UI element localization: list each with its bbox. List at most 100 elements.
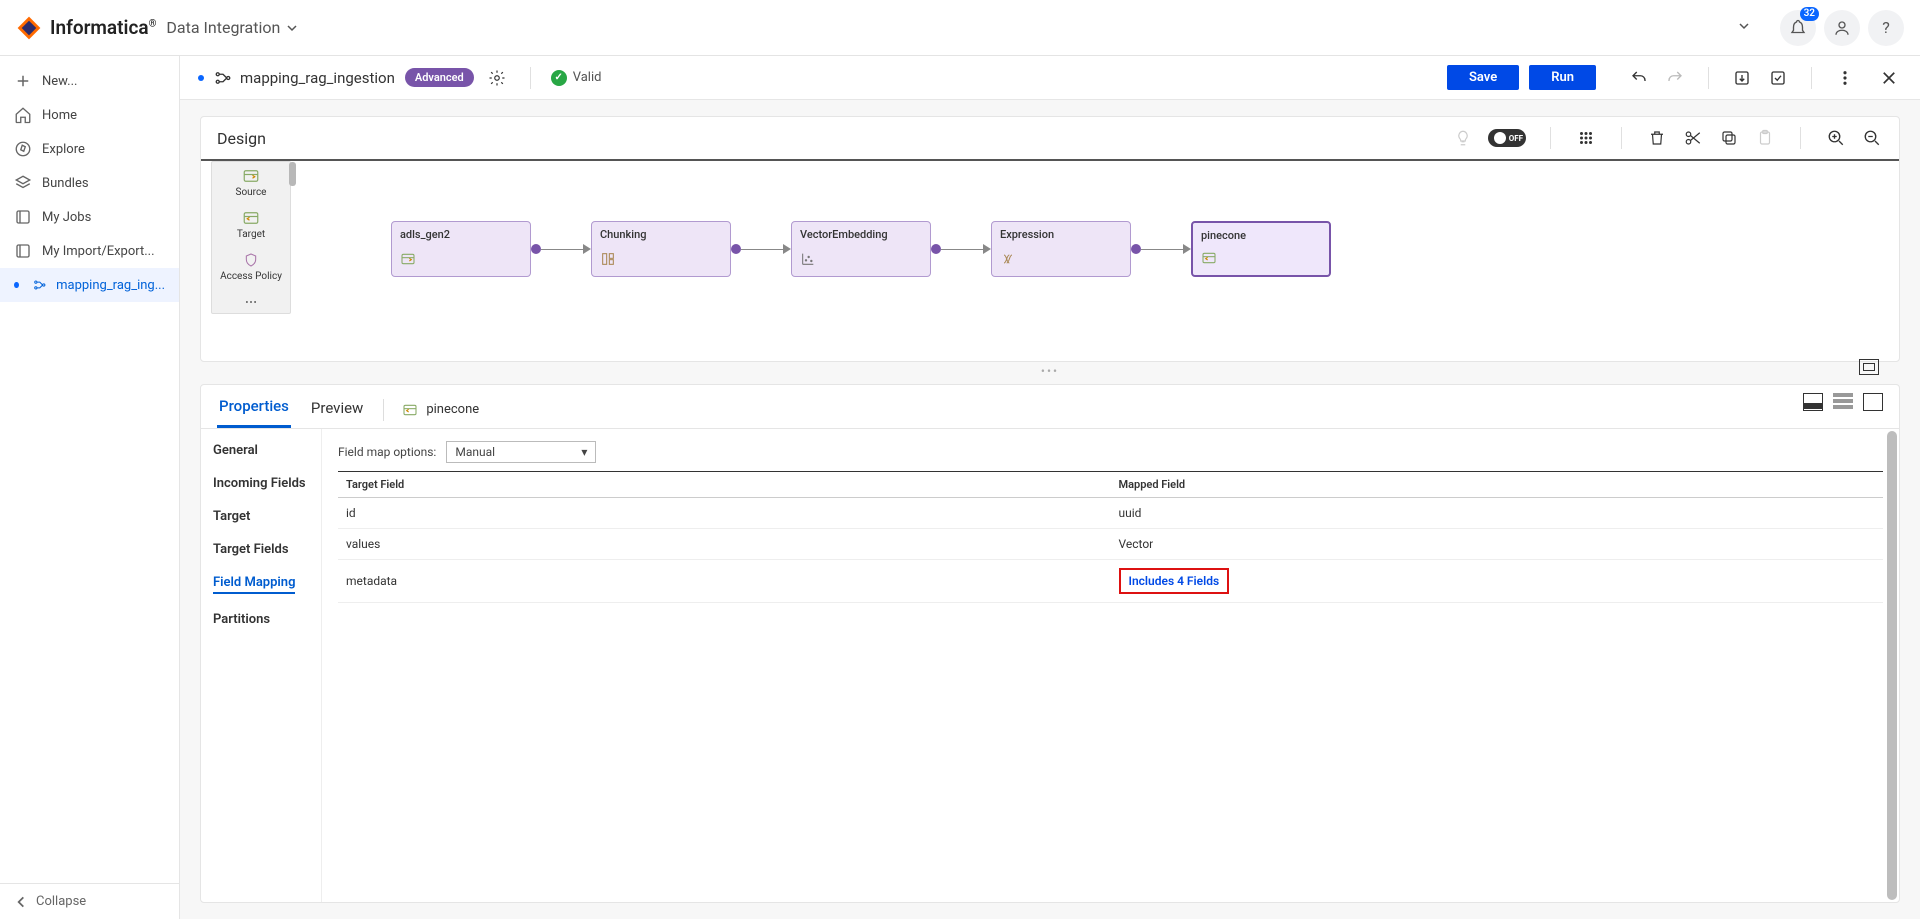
notification-badge: 32: [1800, 7, 1819, 21]
arrange-button[interactable]: [1575, 127, 1597, 149]
delete-button[interactable]: [1646, 127, 1668, 149]
target-icon: [1201, 250, 1217, 269]
bell-icon: [1789, 19, 1807, 37]
advanced-badge: Advanced: [405, 68, 474, 87]
sidetab-general[interactable]: General: [213, 443, 309, 458]
palette-more[interactable]: [212, 288, 290, 313]
source-icon: [242, 168, 260, 184]
palette-target[interactable]: Target: [212, 204, 290, 246]
nav-home-label: Home: [42, 108, 77, 123]
user-button[interactable]: [1824, 10, 1860, 46]
checkin-button[interactable]: [1729, 65, 1755, 91]
target-icon: [242, 210, 260, 226]
nav-open-mapping-label: mapping_rag_ing...: [56, 278, 165, 293]
tab-properties[interactable]: Properties: [217, 391, 291, 428]
connector[interactable]: [531, 244, 591, 254]
redo-button[interactable]: [1662, 65, 1688, 91]
panel-scrollbar[interactable]: [1887, 431, 1897, 900]
mapping-title: mapping_rag_ingestion: [214, 69, 395, 87]
sidetab-target-fields[interactable]: Target Fields: [213, 542, 309, 557]
nav-home[interactable]: Home: [0, 98, 179, 132]
chevron-down-icon: [1738, 20, 1750, 32]
panel-layout-split[interactable]: [1803, 393, 1823, 411]
help-button[interactable]: ?: [1868, 10, 1904, 46]
node-vector-embedding[interactable]: VectorEmbedding: [791, 221, 931, 277]
panel-layout-max[interactable]: [1863, 393, 1883, 411]
nav-import-export[interactable]: My Import/Export...: [0, 234, 179, 268]
sidetab-field-mapping[interactable]: Field Mapping: [213, 575, 295, 594]
connector[interactable]: [931, 244, 991, 254]
nav-new-label: New...: [42, 74, 77, 89]
zoom-in-button[interactable]: [1825, 127, 1847, 149]
table-row[interactable]: iduuid: [338, 498, 1883, 529]
design-title: Design: [217, 129, 266, 148]
table-row[interactable]: valuesVector: [338, 529, 1883, 560]
panel-resize-handle[interactable]: •••: [180, 362, 1920, 380]
hint-button[interactable]: [1452, 127, 1474, 149]
copy-button[interactable]: [1718, 127, 1740, 149]
paste-button[interactable]: [1754, 127, 1776, 149]
nav-bundles[interactable]: Bundles: [0, 166, 179, 200]
node-chunking[interactable]: Chunking: [591, 221, 731, 277]
minimap-toggle[interactable]: [1859, 359, 1879, 375]
target-icon: [402, 403, 418, 417]
chevron-down-icon: [286, 22, 298, 34]
mapping-icon: [33, 276, 47, 294]
run-button[interactable]: Run: [1529, 65, 1596, 90]
field-map-options-select[interactable]: Manual ▾: [446, 441, 596, 463]
palette-scrollbar[interactable]: [289, 162, 296, 186]
nav-explore[interactable]: Explore: [0, 132, 179, 166]
properties-breadcrumb: pinecone: [402, 402, 479, 417]
layers-icon: [14, 174, 32, 192]
gear-icon: [488, 69, 506, 87]
mapping-settings-button[interactable]: [484, 65, 510, 91]
cut-button[interactable]: [1682, 127, 1704, 149]
brand-text: Informatica®: [50, 16, 156, 39]
header-dropdown[interactable]: [1728, 14, 1760, 42]
more-menu-button[interactable]: [1832, 65, 1858, 91]
notifications-button[interactable]: 32: [1780, 10, 1816, 46]
table-row[interactable]: metadataIncludes 4 Fields: [338, 560, 1883, 603]
grid-icon: [1577, 129, 1595, 147]
expression-icon: [1000, 251, 1016, 270]
includes-fields-link[interactable]: Includes 4 Fields: [1119, 568, 1230, 594]
design-canvas[interactable]: Source Target Access Policy adls_gen2 Ch…: [201, 161, 1899, 361]
palette-access-policy[interactable]: Access Policy: [212, 246, 290, 288]
undo-icon: [1630, 69, 1648, 87]
validate-button[interactable]: [1765, 65, 1791, 91]
overlay-toggle-label: OFF: [1509, 134, 1523, 143]
check-circle-icon: [551, 70, 567, 86]
save-button[interactable]: Save: [1447, 65, 1519, 90]
product-switcher[interactable]: Data Integration: [166, 18, 298, 37]
properties-panel: Properties Preview pinecone General Inco…: [200, 384, 1900, 903]
nav-new[interactable]: New...: [0, 64, 179, 98]
overlay-toggle[interactable]: OFF: [1488, 129, 1526, 147]
properties-side-tabs: General Incoming Fields Target Target Fi…: [201, 429, 321, 902]
import-export-icon: [14, 242, 32, 260]
sidetab-target[interactable]: Target: [213, 509, 309, 524]
panel-layout-min[interactable]: [1833, 393, 1853, 411]
palette-access-label: Access Policy: [220, 271, 282, 282]
field-mapping-view: Field map options: Manual ▾ Target Field…: [321, 429, 1899, 902]
properties-tab-strip: Properties Preview pinecone: [201, 385, 1899, 429]
undo-button[interactable]: [1626, 65, 1652, 91]
nav-myjobs[interactable]: My Jobs: [0, 200, 179, 234]
node-adls-gen2[interactable]: adls_gen2: [391, 221, 531, 277]
nav-import-export-label: My Import/Export...: [42, 244, 155, 259]
close-tab-button[interactable]: [1876, 65, 1902, 91]
close-icon: [1880, 69, 1898, 87]
zoom-out-button[interactable]: [1861, 127, 1883, 149]
palette-source[interactable]: Source: [212, 162, 290, 204]
node-expression[interactable]: Expression: [991, 221, 1131, 277]
connector[interactable]: [1131, 244, 1191, 254]
sidetab-incoming-fields[interactable]: Incoming Fields: [213, 476, 309, 491]
nav-collapse[interactable]: Collapse: [0, 883, 179, 919]
zoom-out-icon: [1863, 129, 1881, 147]
tab-preview[interactable]: Preview: [309, 393, 365, 427]
trash-icon: [1648, 129, 1666, 147]
zoom-in-icon: [1827, 129, 1845, 147]
nav-open-mapping[interactable]: mapping_rag_ing...: [0, 268, 179, 302]
connector[interactable]: [731, 244, 791, 254]
sidetab-partitions[interactable]: Partitions: [213, 612, 309, 627]
node-pinecone[interactable]: pinecone: [1191, 221, 1331, 277]
